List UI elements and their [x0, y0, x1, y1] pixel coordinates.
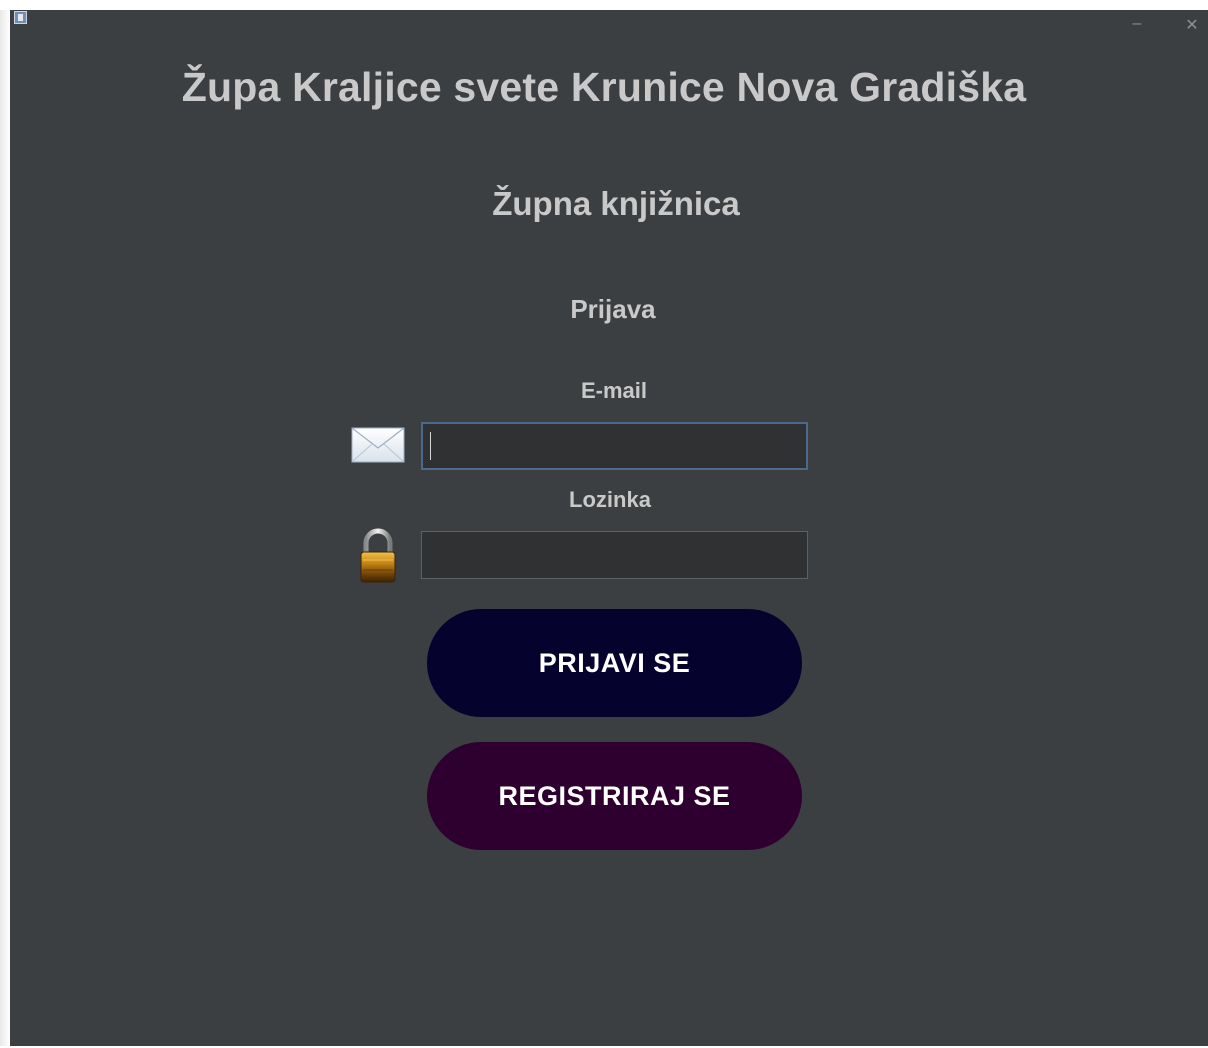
app-icon: [14, 11, 27, 24]
login-window: [10, 10, 1208, 1046]
email-field[interactable]: [421, 422, 808, 470]
page-subtitle: Župna knjižnica: [492, 185, 740, 222]
email-label: E-mail: [580, 378, 648, 403]
window-left-edge: [0, 10, 10, 1046]
page-title: Župa Kraljice svete Krunice Nova Gradišk…: [181, 64, 1027, 110]
register-button[interactable]: REGISTRIRAJ SE: [427, 742, 802, 850]
password-label: Lozinka: [569, 487, 651, 512]
padlock-icon: [360, 528, 396, 583]
text-caret: [430, 432, 431, 460]
password-field[interactable]: [421, 531, 808, 579]
close-button[interactable]: ✕: [1182, 16, 1202, 36]
login-button[interactable]: PRIJAVI SE: [427, 609, 802, 717]
envelope-icon: [351, 427, 405, 463]
login-heading: Prijava: [570, 294, 656, 324]
minimize-button[interactable]: –: [1127, 14, 1147, 34]
